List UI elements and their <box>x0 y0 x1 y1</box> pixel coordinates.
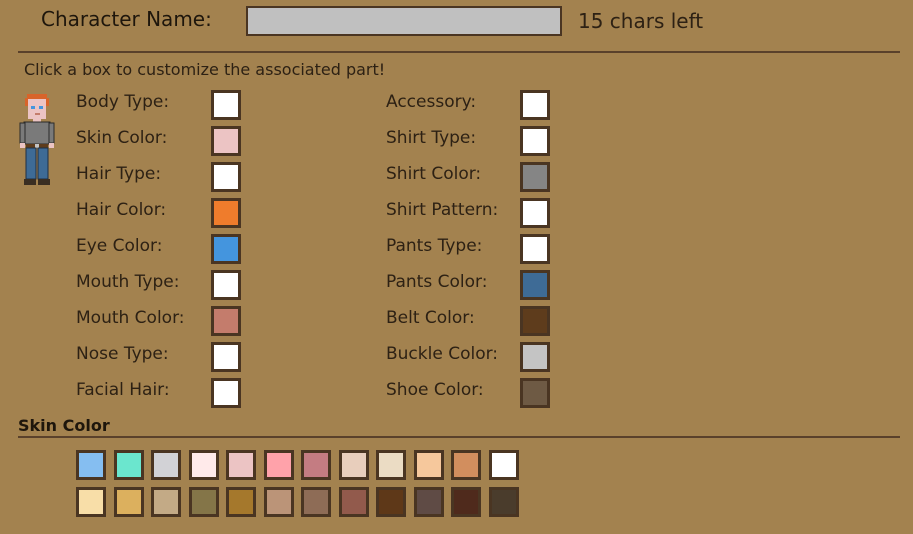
palette-color-swatch[interactable] <box>376 487 406 517</box>
left-option-swatch[interactable] <box>211 90 241 120</box>
palette-color-swatch[interactable] <box>376 450 406 480</box>
palette-color-swatch[interactable] <box>151 450 181 480</box>
palette-color-swatch[interactable] <box>301 450 331 480</box>
palette-color-swatch[interactable] <box>338 487 369 517</box>
right-option-swatch[interactable] <box>520 342 550 372</box>
left-option-label: Hair Type: <box>76 164 162 184</box>
palette-color-swatch[interactable] <box>226 450 256 480</box>
left-option-label: Eye Color: <box>76 236 163 256</box>
instructions-text: Click a box to customize the associated … <box>24 60 386 79</box>
palette-color-swatch[interactable] <box>413 450 444 480</box>
left-option-swatch[interactable] <box>211 306 241 336</box>
palette-color-swatch[interactable] <box>263 487 294 517</box>
palette-title: Skin Color <box>18 416 110 435</box>
character-name-label: Character Name: <box>41 7 212 31</box>
palette-color-swatch[interactable] <box>301 487 331 517</box>
right-option-label: Shirt Color: <box>386 164 482 184</box>
right-option-swatch[interactable] <box>520 90 550 120</box>
palette-color-swatch[interactable] <box>226 487 256 517</box>
palette-color-swatch[interactable] <box>151 487 181 517</box>
header-divider <box>18 51 900 53</box>
right-option-swatch[interactable] <box>520 270 550 300</box>
left-option-label: Nose Type: <box>76 344 169 364</box>
left-option-swatch[interactable] <box>211 126 241 156</box>
palette-color-swatch[interactable] <box>113 487 144 517</box>
left-option-label: Mouth Color: <box>76 308 185 328</box>
palette-color-swatch[interactable] <box>76 450 106 480</box>
right-option-swatch[interactable] <box>520 306 550 336</box>
palette-color-swatch[interactable] <box>451 450 481 480</box>
palette-color-swatch[interactable] <box>488 450 519 480</box>
left-option-label: Body Type: <box>76 92 170 112</box>
palette-color-swatch[interactable] <box>338 450 369 480</box>
left-option-swatch[interactable] <box>211 270 241 300</box>
right-option-swatch[interactable] <box>520 162 550 192</box>
character-name-input[interactable] <box>246 6 562 36</box>
right-option-label: Shoe Color: <box>386 380 484 400</box>
right-option-label: Shirt Type: <box>386 128 477 148</box>
palette-divider <box>18 436 900 438</box>
palette-color-swatch[interactable] <box>413 487 444 517</box>
right-option-label: Pants Color: <box>386 272 488 292</box>
left-option-swatch[interactable] <box>211 162 241 192</box>
left-option-swatch[interactable] <box>211 234 241 264</box>
left-option-label: Hair Color: <box>76 200 167 220</box>
palette-color-swatch[interactable] <box>263 450 294 480</box>
left-option-swatch[interactable] <box>211 378 241 408</box>
right-option-swatch[interactable] <box>520 198 550 228</box>
palette-color-swatch[interactable] <box>451 487 481 517</box>
character-preview <box>19 94 55 185</box>
palette-color-swatch[interactable] <box>188 450 219 480</box>
left-option-swatch[interactable] <box>211 342 241 372</box>
left-option-label: Skin Color: <box>76 128 168 148</box>
left-option-label: Facial Hair: <box>76 380 170 400</box>
palette-color-swatch[interactable] <box>188 487 219 517</box>
right-option-label: Accessory: <box>386 92 477 112</box>
right-option-swatch[interactable] <box>520 126 550 156</box>
palette-color-swatch[interactable] <box>113 450 144 480</box>
right-option-label: Pants Type: <box>386 236 483 256</box>
right-option-swatch[interactable] <box>520 378 550 408</box>
right-option-label: Buckle Color: <box>386 344 499 364</box>
palette-color-swatch[interactable] <box>488 487 519 517</box>
right-option-label: Shirt Pattern: <box>386 200 499 220</box>
right-option-swatch[interactable] <box>520 234 550 264</box>
left-option-swatch[interactable] <box>211 198 241 228</box>
chars-left-counter: 15 chars left <box>578 9 704 33</box>
right-option-label: Belt Color: <box>386 308 475 328</box>
palette-color-swatch[interactable] <box>76 487 106 517</box>
left-option-label: Mouth Type: <box>76 272 180 292</box>
